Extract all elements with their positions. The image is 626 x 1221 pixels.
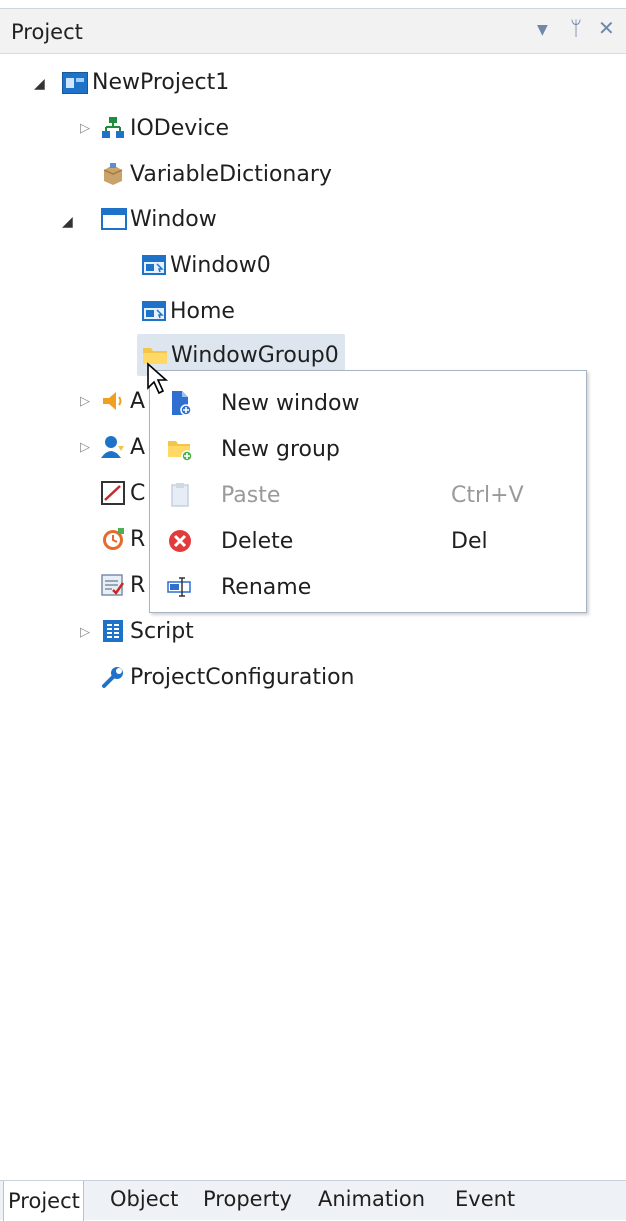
tree-item-label: Window0 — [170, 252, 271, 278]
menu-item-label: New group — [221, 436, 340, 462]
collapse-caret-icon[interactable]: ◢ — [62, 214, 73, 230]
tree-item-project[interactable]: NewProject1 — [60, 62, 229, 102]
collapse-caret-icon[interactable]: ◢ — [34, 76, 45, 92]
window-page-icon — [140, 298, 166, 324]
tree-item-label: IODevice — [130, 115, 230, 141]
script-icon — [100, 618, 126, 644]
tab-animation[interactable]: Animation — [318, 1187, 425, 1211]
new-group-icon — [166, 435, 194, 463]
tree-item-label: C — [130, 480, 146, 506]
tree-item-label: NewProject1 — [92, 69, 230, 95]
menu-item-rename[interactable]: Rename — [150, 564, 586, 610]
close-icon[interactable]: ✕ — [598, 16, 615, 40]
menu-item-label: Paste — [221, 482, 281, 508]
menu-item-shortcut: Ctrl+V — [451, 482, 524, 508]
expand-caret-icon[interactable]: ▷ — [80, 394, 90, 409]
tree-item-label: Script — [130, 618, 194, 644]
trend-curve-icon — [100, 480, 126, 506]
tree-item-curve[interactable]: C — [100, 473, 145, 513]
expand-caret-icon[interactable]: ▷ — [80, 440, 90, 455]
tree-item-iodevice[interactable]: IODevice — [100, 108, 229, 148]
tree-item-label: R — [130, 526, 146, 552]
network-icon — [100, 115, 126, 141]
speaker-icon — [100, 388, 126, 414]
tree-item-window[interactable]: Window — [100, 199, 217, 239]
menu-item-label: Rename — [221, 574, 312, 600]
context-menu: New window New group Paste Ctrl+V Delete… — [149, 370, 587, 613]
mouse-cursor-icon — [146, 362, 170, 400]
clock-icon — [100, 526, 126, 552]
user-icon — [100, 434, 126, 460]
menu-item-paste[interactable]: Paste Ctrl+V — [150, 472, 586, 518]
project-icon — [60, 70, 88, 94]
window-icon — [100, 206, 127, 232]
expand-caret-icon[interactable]: ▷ — [80, 121, 90, 136]
tab-event[interactable]: Event — [455, 1187, 515, 1211]
tree-item-label: A — [130, 434, 146, 460]
wrench-icon — [100, 664, 126, 690]
pin-icon[interactable]: ᛘ — [570, 16, 582, 40]
menu-item-label: New window — [221, 390, 360, 416]
menu-item-shortcut: Del — [451, 528, 488, 554]
window-page-icon — [140, 252, 166, 278]
tree-item-window0[interactable]: Window0 — [140, 245, 271, 285]
database-icon — [100, 161, 126, 187]
tree-item-label: R — [130, 572, 146, 598]
tree-item-recipe[interactable]: R — [100, 519, 145, 559]
tab-object[interactable]: Object — [110, 1187, 178, 1211]
tree-item-user[interactable]: A — [100, 427, 145, 467]
tree-item-label: WindowGroup0 — [171, 342, 339, 368]
panel-header: Project ▼ ᛘ ✕ — [0, 8, 626, 54]
delete-icon — [166, 527, 194, 555]
expand-caret-icon[interactable]: ▷ — [80, 625, 90, 640]
dropdown-arrow-icon[interactable]: ▼ — [537, 18, 548, 42]
tree-item-label: Window — [130, 206, 217, 232]
report-icon — [100, 572, 126, 598]
tree-item-label: A — [130, 388, 146, 414]
tree-item-home[interactable]: Home — [140, 291, 235, 331]
tree-item-label: ProjectConfiguration — [130, 664, 355, 690]
menu-item-new-group[interactable]: New group — [150, 426, 586, 472]
tree-item-project-configuration[interactable]: ProjectConfiguration — [100, 657, 354, 697]
new-window-icon — [166, 389, 194, 417]
tree-item-label: VariableDictionary — [130, 161, 332, 187]
tree-item-label: Home — [170, 298, 235, 324]
menu-item-label: Delete — [221, 528, 294, 554]
project-panel: Project ▼ ᛘ ✕ ◢ NewProject1 ▷ IODevice V… — [0, 0, 626, 1221]
tab-project[interactable]: Project — [3, 1181, 84, 1221]
tree-item-report[interactable]: R — [100, 565, 145, 605]
panel-title: Project — [11, 20, 83, 44]
tree-item-script[interactable]: Script — [100, 611, 194, 651]
bottom-tab-bar: Project Object Property Animation Event — [0, 1180, 626, 1221]
tab-property[interactable]: Property — [203, 1187, 292, 1211]
tree-item-alarm[interactable]: A — [100, 381, 145, 421]
paste-icon — [166, 481, 194, 509]
rename-icon — [166, 573, 194, 601]
tree-item-variable-dictionary[interactable]: VariableDictionary — [100, 154, 332, 194]
menu-item-delete[interactable]: Delete Del — [150, 518, 586, 564]
menu-item-new-window[interactable]: New window — [150, 380, 586, 426]
